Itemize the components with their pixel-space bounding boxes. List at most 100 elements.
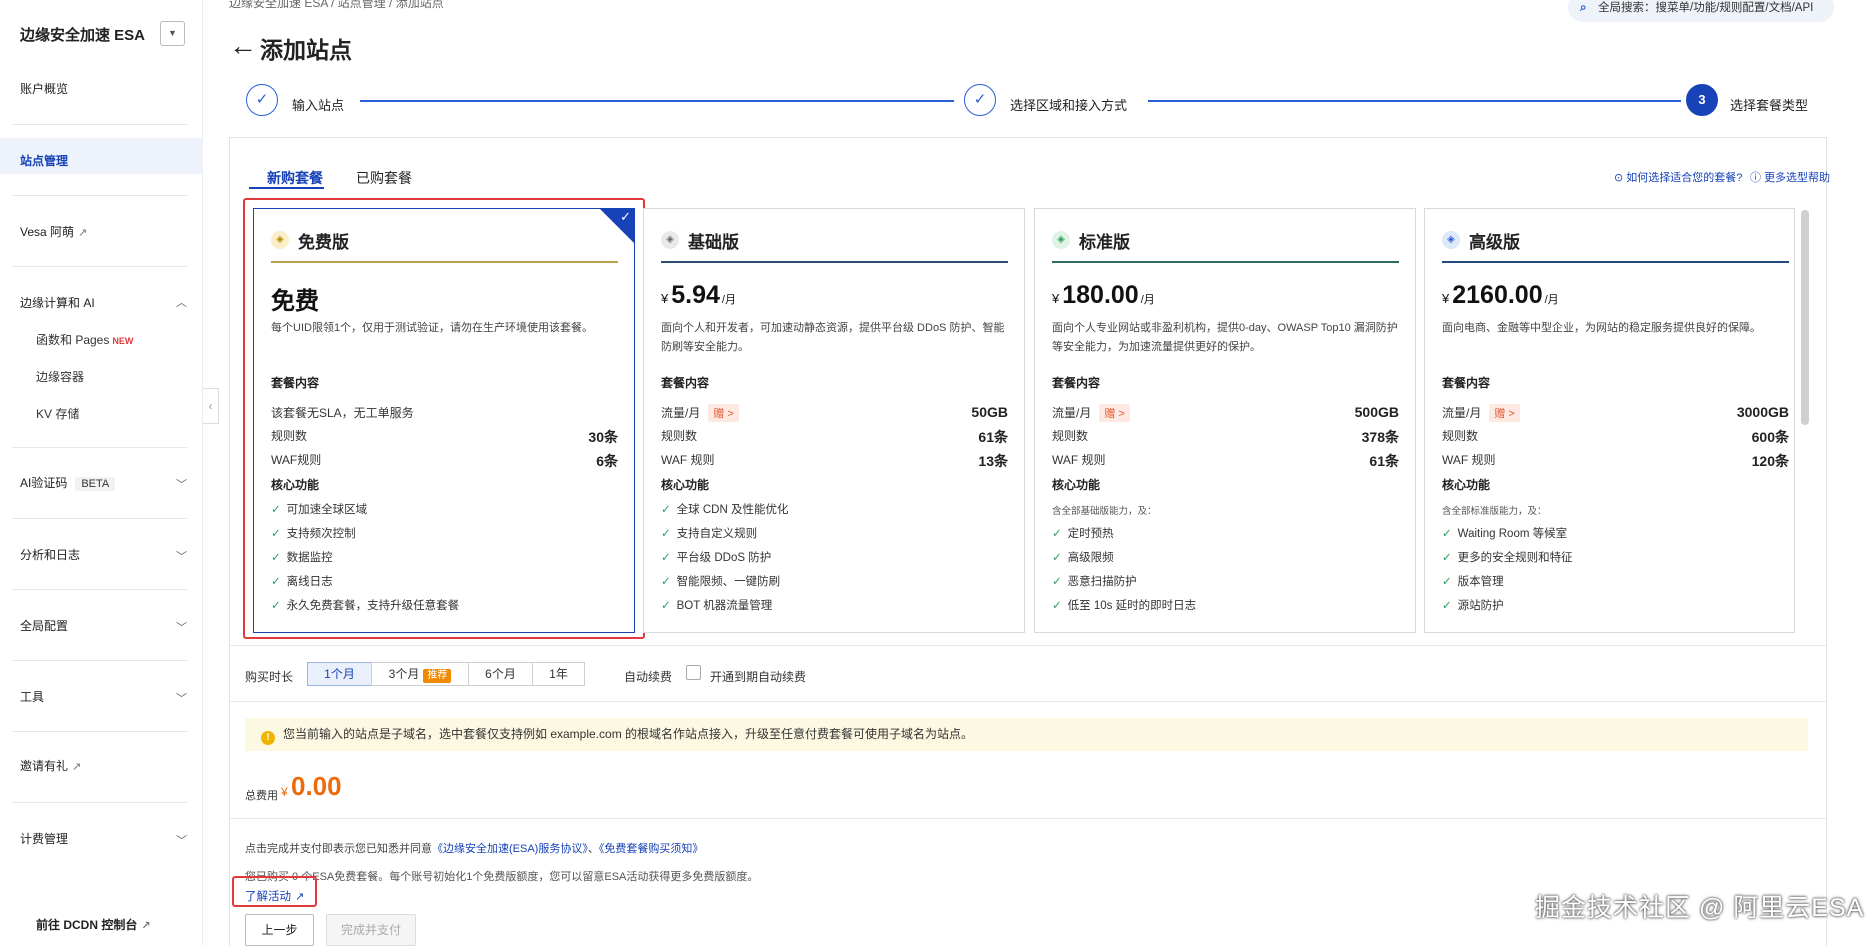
check-icon: ✓ xyxy=(661,552,671,564)
tab-bought-plan[interactable]: 已购套餐 xyxy=(356,168,412,188)
sidebar-item-container[interactable]: 边缘容器 xyxy=(36,368,84,385)
gift-badge[interactable]: 赠 > xyxy=(708,404,739,422)
more-help-link[interactable]: ⓘ 更多选型帮助 xyxy=(1750,169,1830,185)
gift-badge[interactable]: 赠 > xyxy=(1099,404,1130,422)
duration-option-3m[interactable]: 3个月 推荐 xyxy=(371,662,469,686)
rules-value: 61条 xyxy=(978,429,1008,445)
sidebar-item-vesa[interactable]: Vesa 阿萌 ↗ xyxy=(20,223,87,240)
divider xyxy=(12,589,187,590)
prev-step-button[interactable]: 上一步 xyxy=(245,914,314,946)
step-1-check-icon: ✓ xyxy=(246,84,278,116)
rules-label: 规则数 xyxy=(1052,429,1089,443)
sidebar-collapse-button[interactable]: ‹ xyxy=(203,388,219,424)
traffic-row: 流量/月赠 > 50GB xyxy=(661,404,1008,422)
plans-scrollbar[interactable] xyxy=(1801,210,1809,425)
back-arrow-icon[interactable]: ← xyxy=(229,31,257,61)
free-plan-notice-link[interactable]: 《免费套餐购买须知》 xyxy=(599,843,704,855)
traffic-row: 流量/月赠 > 3000GB xyxy=(1442,404,1789,422)
tab-new-plan[interactable]: 新购套餐 xyxy=(267,168,323,188)
plan-divider xyxy=(1052,261,1399,263)
chevron-down-icon[interactable]: ﹀ xyxy=(176,619,187,635)
new-badge: NEW xyxy=(112,336,134,346)
feature-item: ✓ 支持自定义规则 xyxy=(661,525,757,541)
sidebar-item-overview[interactable]: 账户概览 xyxy=(20,80,68,97)
plan-description: 面向电商、金融等中型企业，为网站的稳定服务提供良好的保障。 xyxy=(1442,322,1761,334)
chevron-down-icon[interactable]: ﹀ xyxy=(176,690,187,706)
feature-item: ✓ Waiting Room 等候室 xyxy=(1442,525,1567,541)
check-icon: ✓ xyxy=(1052,576,1062,588)
plan-description: 面向个人和开发者，可加速动静态资源，提供平台级 DDoS 防护、智能防刷等安全能… xyxy=(661,322,1005,353)
feature-text: 全球 CDN 及性能优化 xyxy=(676,504,789,516)
core-title: 核心功能 xyxy=(1052,478,1101,492)
global-search-bar[interactable]: ⌕ 全局搜索：搜菜单/功能/规则配置/文档/API xyxy=(1568,0,1834,22)
sidebar-item-kv[interactable]: KV 存储 xyxy=(36,405,79,422)
feature-text: 定时预热 xyxy=(1067,528,1114,540)
feature-text: 低至 10s 延时的即时日志 xyxy=(1067,600,1197,612)
sidebar-item-analytics[interactable]: 分析和日志 xyxy=(20,546,80,563)
sidebar-item-edge[interactable]: 边缘计算和 AI xyxy=(20,294,95,311)
dcdn-console-link[interactable]: 前往 DCDN 控制台 ↗ xyxy=(36,916,151,933)
how-to-choose-link[interactable]: ⊙ 如何选择适合您的套餐? xyxy=(1614,169,1742,185)
how-to-choose-label: 如何选择适合您的套餐? xyxy=(1626,172,1743,184)
auto-renew-checkbox[interactable] xyxy=(686,665,701,680)
duration-option-1y[interactable]: 1年 xyxy=(532,662,585,686)
esa-service-agreement-link[interactable]: 《边缘安全加速(ESA)服务协议》 xyxy=(432,843,588,855)
warning-icon: ! xyxy=(261,731,275,745)
recommend-badge: 推荐 xyxy=(423,669,452,683)
chevron-down-icon[interactable]: ﹀ xyxy=(176,548,187,564)
waf-label: WAF 规则 xyxy=(1052,453,1106,467)
divider xyxy=(229,645,1827,646)
product-switch-dropdown[interactable]: ▼ xyxy=(160,21,185,46)
sidebar-item-tools[interactable]: 工具 xyxy=(20,688,44,705)
watermark: 掘金技术社区 @ 阿里云ESA xyxy=(1535,894,1865,922)
gift-badge[interactable]: 赠 > xyxy=(1489,404,1520,422)
duration-label: 购买时长 xyxy=(245,670,294,684)
sidebar-item-functions[interactable]: 函数和 Pages NEW xyxy=(36,331,133,348)
feature-text: BOT 机器流量管理 xyxy=(676,600,773,612)
external-link-icon: ↗ xyxy=(78,227,88,239)
agreement-text: 点击完成并支付即表示您已知悉并同意《边缘安全加速(ESA)服务协议》、《免费套餐… xyxy=(245,840,703,856)
divider xyxy=(12,195,187,196)
traffic-value: 500GB xyxy=(1354,404,1399,420)
content-title: 套餐内容 xyxy=(1442,376,1491,390)
sidebar-item-invite[interactable]: 邀请有礼 ↗ xyxy=(20,757,81,774)
chevron-down-icon[interactable]: ﹀ xyxy=(176,832,187,848)
step-2-check-icon: ✓ xyxy=(964,84,996,116)
plan-description: 面向个人专业网站或非盈利机构，提供0-day、OWASP Top10 漏洞防护等… xyxy=(1052,322,1398,353)
total-currency: ¥ xyxy=(281,785,288,799)
rules-value: 378条 xyxy=(1361,429,1399,445)
waf-row: WAF 规则 120条 xyxy=(1442,451,1789,469)
plan-card-advanced[interactable]: ◈ 高级版 ¥2160.00/月 面向电商、金融等中型企业，为网站的稳定服务提供… xyxy=(1424,208,1795,633)
chevron-up-icon[interactable]: ︿ xyxy=(176,294,187,310)
waf-value: 61条 xyxy=(1369,453,1399,469)
traffic-value: 50GB xyxy=(971,404,1008,420)
divider xyxy=(12,447,187,448)
sidebar-item-captcha[interactable]: AI验证码 BETA xyxy=(20,474,116,491)
feature-text: 智能限频、一键防刷 xyxy=(676,576,781,588)
check-icon: ✓ xyxy=(661,504,671,516)
plan-card-basic[interactable]: ◈ 基础版 ¥5.94/月 面向个人和开发者，可加速动静态资源，提供平台级 DD… xyxy=(643,208,1025,633)
rules-label: 规则数 xyxy=(661,429,698,443)
feature-text: 更多的安全规则和特征 xyxy=(1457,552,1573,564)
price-unit: /月 xyxy=(721,294,736,306)
sidebar-item-sites[interactable]: 站点管理 xyxy=(20,152,68,169)
divider xyxy=(12,518,187,519)
check-icon: ✓ xyxy=(1052,552,1062,564)
check-icon: ✓ xyxy=(1442,576,1452,588)
chevron-down-icon[interactable]: ﹀ xyxy=(176,476,187,492)
sidebar-item-global[interactable]: 全局配置 xyxy=(20,617,68,634)
duration-option-3m-label: 3个月 xyxy=(388,667,420,681)
finish-pay-button[interactable]: 完成并支付 xyxy=(326,914,416,946)
duration-option-6m[interactable]: 6个月 xyxy=(468,662,533,686)
rules-row: 规则数 61条 xyxy=(661,427,1008,445)
plan-price: ¥5.94/月 xyxy=(661,281,736,310)
check-icon: ✓ xyxy=(1442,552,1452,564)
plan-card-standard[interactable]: ◈ 标准版 ¥180.00/月 面向个人专业网站或非盈利机构，提供0-day、O… xyxy=(1034,208,1416,633)
plan-note: 含全部标准版能力，及： xyxy=(1442,506,1547,517)
sidebar-item-billing[interactable]: 计费管理 xyxy=(20,830,68,847)
traffic-label: 流量/月 xyxy=(1052,406,1092,420)
plan-name: 高级版 xyxy=(1469,233,1520,252)
feature-item: ✓ 全球 CDN 及性能优化 xyxy=(661,501,788,517)
duration-option-1m[interactable]: 1个月 xyxy=(307,662,372,686)
diamond-icon: ◈ xyxy=(1052,231,1070,249)
